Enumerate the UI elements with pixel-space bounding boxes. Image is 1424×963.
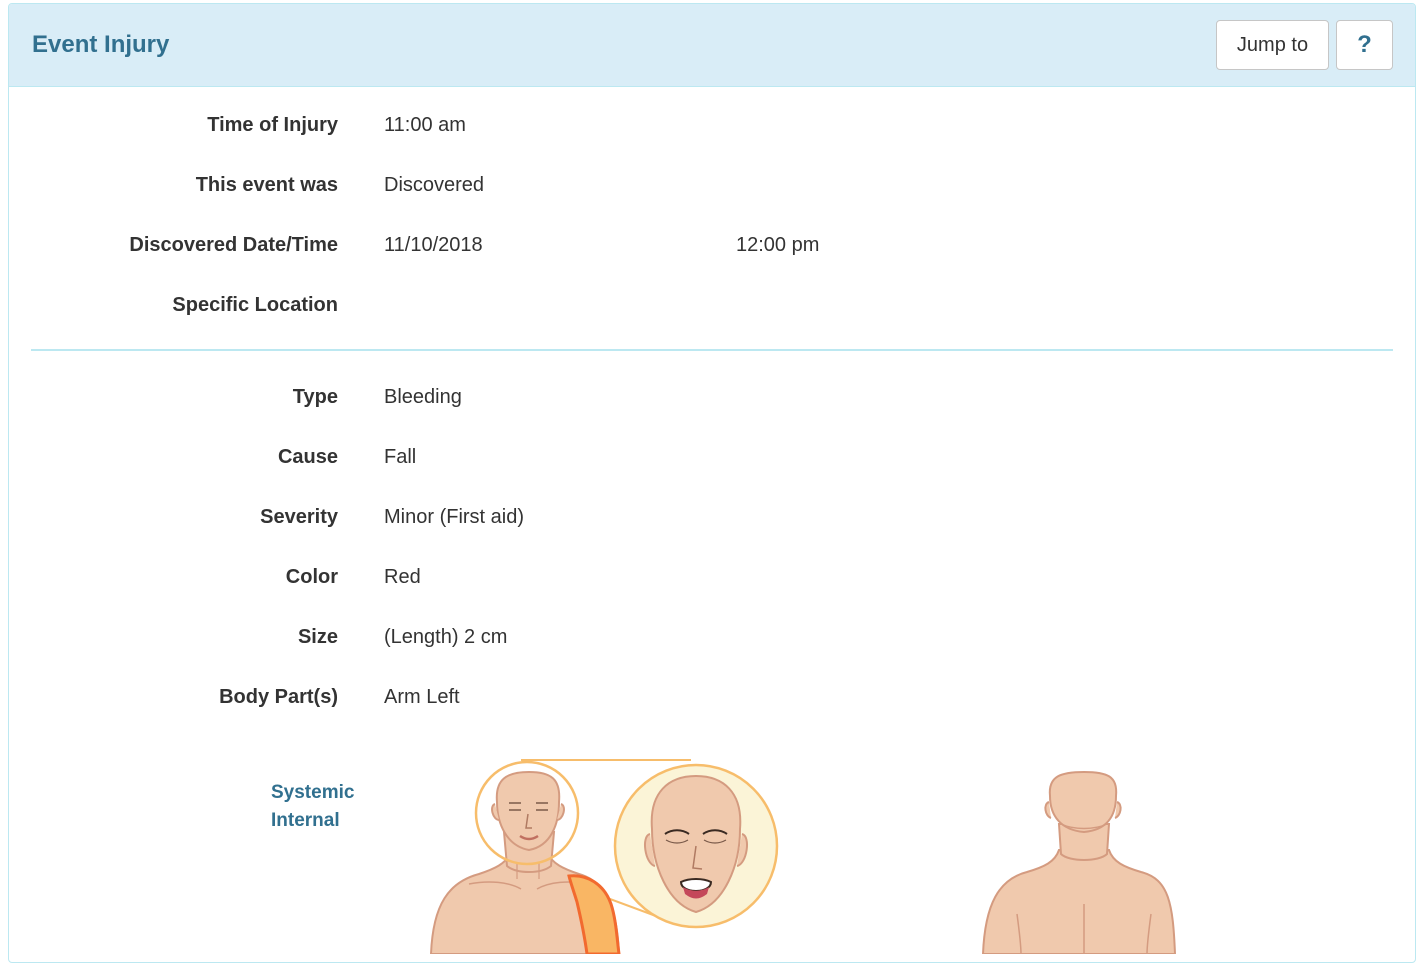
back-body-figure[interactable] [981, 770, 1177, 954]
color-row: Color Red [9, 562, 1415, 592]
time-of-injury-label: Time of Injury [207, 114, 338, 136]
severity-label: Severity [260, 506, 338, 528]
severity-value: Minor (First aid) [384, 506, 525, 528]
discovered-datetime-label: Discovered Date/Time [129, 234, 338, 256]
cause-row: Cause Fall [9, 442, 1415, 472]
type-row: Type Bleeding [9, 382, 1415, 412]
specific-location-label: Specific Location [172, 294, 338, 316]
section-divider [31, 349, 1393, 351]
body-map-diagram [429, 759, 1177, 954]
time-of-injury-row: Time of Injury 11:00 am [9, 110, 1415, 140]
body-map-legend: Systemic Internal [271, 779, 354, 835]
event-was-row: This event was Discovered [9, 170, 1415, 200]
severity-row: Severity Minor (First aid) [9, 502, 1415, 532]
legend-systemic[interactable]: Systemic [271, 779, 354, 807]
discovered-date-value: 11/10/2018 [384, 234, 483, 256]
type-label: Type [292, 386, 338, 408]
cause-label: Cause [277, 446, 338, 468]
color-value: Red [384, 566, 421, 588]
size-label: Size [297, 626, 338, 648]
specific-location-row: Specific Location [9, 290, 1415, 320]
jump-to-button[interactable]: Jump to [1216, 20, 1329, 70]
help-button[interactable]: ? [1336, 20, 1393, 70]
discovered-time-value: 12:00 pm [736, 234, 820, 256]
type-value: Bleeding [384, 386, 462, 408]
body-parts-row: Body Part(s) Arm Left [9, 682, 1415, 712]
discovered-datetime-row: Discovered Date/Time 11/10/2018 12:00 pm [9, 230, 1415, 260]
legend-internal[interactable]: Internal [271, 807, 354, 835]
cause-value: Fall [384, 446, 417, 468]
size-row: Size (Length) 2 cm [9, 622, 1415, 652]
panel-title: Event Injury [32, 31, 170, 58]
body-parts-label: Body Part(s) [219, 686, 338, 708]
event-injury-panel: Event Injury Jump to ? Time of Injury 11… [8, 3, 1416, 963]
size-value: (Length) 2 cm [384, 626, 508, 648]
panel-heading: Event Injury Jump to ? [9, 4, 1415, 87]
event-was-value: Discovered [384, 174, 485, 196]
time-of-injury-value: 11:00 am [384, 114, 466, 136]
body-parts-value: Arm Left [384, 686, 460, 708]
color-label: Color [285, 566, 338, 588]
event-was-label: This event was [195, 174, 338, 196]
